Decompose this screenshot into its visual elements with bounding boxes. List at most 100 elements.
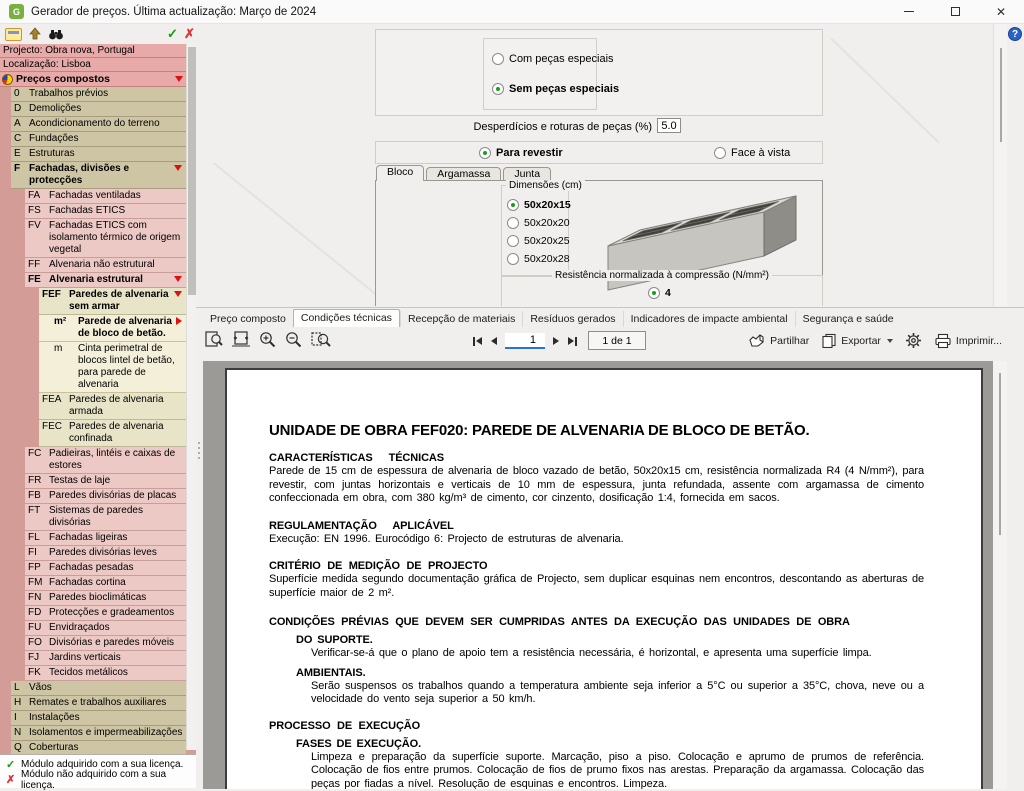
radio-option[interactable]: Sem peças especiais: [492, 82, 619, 95]
tree-item[interactable]: FB Paredes divisórias de placas: [25, 489, 186, 504]
tree-item[interactable]: FP Fachadas pesadas: [25, 561, 186, 576]
tree-item[interactable]: L Vãos: [11, 681, 186, 696]
tree-item[interactable]: 0 Trabalhos prévios: [11, 87, 186, 102]
section-heading: CONDIÇÕES PRÉVIAS QUE DEVEM SER CUMPRIDA…: [269, 616, 850, 628]
waste-input[interactable]: [657, 118, 681, 133]
tree-item[interactable]: FT Sistemas de paredes divisórias: [25, 504, 186, 531]
tree-item[interactable]: C Fundações: [11, 132, 186, 147]
radio-icon: [714, 146, 726, 159]
tree-item[interactable]: FL Fachadas ligeiras: [25, 531, 186, 546]
up-level-button[interactable]: [27, 27, 43, 41]
viewer-tab[interactable]: Resíduos gerados: [522, 311, 622, 327]
radio-icon: [507, 198, 519, 211]
page-number-input[interactable]: [505, 333, 545, 349]
radio-option[interactable]: 50x20x25: [507, 234, 571, 247]
cancel-button[interactable]: ✗: [184, 26, 195, 42]
tree-item[interactable]: FI Paredes divisórias leves: [25, 546, 186, 561]
print-button[interactable]: Imprimir...: [934, 333, 1002, 349]
zoom-out-button[interactable]: [284, 330, 303, 348]
tree-item[interactable]: FD Protecções e gradeamentos: [25, 606, 186, 621]
tree-item[interactable]: I Instalações: [11, 711, 186, 726]
radio-icon: [507, 216, 519, 229]
tree-item[interactable]: FC Padieiras, lintéis e caixas de estore…: [25, 447, 186, 474]
tree-item[interactable]: FN Paredes bioclimáticas: [25, 591, 186, 606]
viewer-tab[interactable]: Preço composto: [203, 311, 293, 327]
viewer-tab[interactable]: Segurança e saúde: [794, 311, 901, 327]
options-scrollbar-thumb[interactable]: [1000, 48, 1002, 142]
tree-item[interactable]: FR Testas de laje: [25, 474, 186, 489]
tree-item[interactable]: FEF Paredes de alvenaria sem armar: [39, 288, 186, 315]
radio-option[interactable]: 50x20x20: [507, 216, 571, 229]
help-button[interactable]: ?: [1008, 27, 1022, 41]
document-scrollbar[interactable]: [993, 361, 1007, 789]
tree-item[interactable]: FE Alvenaria estrutural: [25, 273, 186, 288]
tree-item[interactable]: FU Envidraçados: [25, 621, 186, 636]
tree-item[interactable]: FV Fachadas ETICS com isolamento térmico…: [25, 219, 186, 258]
export-button[interactable]: Exportar: [821, 333, 893, 348]
viewer-tab[interactable]: Condições técnicas: [292, 309, 400, 327]
material-tab[interactable]: Junta: [503, 167, 552, 181]
zoom-region-button[interactable]: [310, 330, 331, 348]
tree-item[interactable]: FEC Paredes de alvenaria confinada: [39, 420, 186, 447]
tree-item[interactable]: D Demolições: [11, 102, 186, 117]
sidebar-scrollbar[interactable]: [186, 44, 196, 750]
tree-item[interactable]: m² Parede de alvenaria de bloco de betão…: [39, 315, 186, 342]
tree-item[interactable]: Q Coberturas: [11, 741, 186, 754]
tree-item[interactable]: FK Tecidos metálicos: [25, 666, 186, 681]
tree-item[interactable]: FO Divisórias e paredes móveis: [25, 636, 186, 651]
radio-option[interactable]: Com peças especiais: [492, 52, 619, 65]
close-button[interactable]: ✕: [978, 0, 1024, 23]
share-label: Partilhar: [770, 334, 810, 347]
document-scrollbar-thumb[interactable]: [999, 373, 1001, 535]
tree-item[interactable]: E Estruturas: [11, 147, 186, 162]
last-page-button[interactable]: [567, 336, 578, 347]
radio-option[interactable]: 50x20x15: [507, 198, 571, 211]
material-tab[interactable]: Bloco: [376, 165, 425, 181]
tree-item-code: C: [14, 133, 22, 144]
search-button[interactable]: [48, 28, 64, 41]
material-tab[interactable]: Argamassa: [426, 167, 502, 181]
tree-root-composite-prices[interactable]: Preços compostos: [0, 72, 186, 87]
tree-item[interactable]: FEA Paredes de alvenaria armada: [39, 393, 186, 420]
radio-option[interactable]: Face à vista: [714, 146, 790, 159]
zoom-in-button[interactable]: [258, 330, 277, 348]
tree-item[interactable]: FJ Jardins verticais: [25, 651, 186, 666]
settings-button[interactable]: [905, 332, 922, 349]
fit-width-button[interactable]: [231, 330, 251, 348]
tree-item[interactable]: H Remates e trabalhos auxiliares: [11, 696, 186, 711]
tree-item[interactable]: A Acondicionamento do terreno: [11, 117, 186, 132]
share-button[interactable]: Partilhar: [748, 333, 809, 348]
cype-logo-icon: [2, 73, 13, 85]
radio-option[interactable]: 50x20x28: [507, 252, 571, 265]
composite-prices-view-button[interactable]: [5, 27, 22, 41]
tree-item-label: Fachadas pesadas: [49, 562, 134, 573]
project-row[interactable]: Projecto: Obra nova, Portugal: [0, 44, 186, 58]
sidebar-scrollbar-thumb[interactable]: [188, 47, 196, 295]
tree-item[interactable]: FM Fachadas cortina: [25, 576, 186, 591]
previous-page-button[interactable]: [490, 336, 498, 346]
next-page-button[interactable]: [552, 336, 560, 346]
options-scrollbar[interactable]: [993, 24, 1007, 306]
tree-item[interactable]: FA Fachadas ventiladas: [25, 189, 186, 204]
radio-option[interactable]: 4: [648, 286, 671, 299]
first-page-button[interactable]: [472, 336, 483, 347]
accept-button[interactable]: ✓: [167, 26, 178, 42]
tree-item[interactable]: FF Alvenaria não estrutural: [25, 258, 186, 273]
section-heading: CRITÉRIO DE MEDIÇÃO DE PROJECTO: [269, 560, 488, 572]
document-canvas[interactable]: UNIDADE DE OBRA FEF020: PAREDE DE ALVENA…: [203, 361, 993, 789]
location-row[interactable]: Localização: Lisboa: [0, 58, 186, 72]
viewer-tab[interactable]: Indicadores de impacte ambiental: [622, 311, 795, 327]
radio-option[interactable]: Para revestir: [479, 146, 563, 159]
maximize-button[interactable]: [932, 0, 978, 23]
zoom-page-button[interactable]: [204, 330, 224, 348]
minimize-button[interactable]: [886, 0, 932, 23]
viewer-tab[interactable]: Recepção de materiais: [399, 311, 522, 327]
expand-arrow-icon: [174, 291, 182, 297]
tree-item[interactable]: N Isolamentos e impermeabilizações: [11, 726, 186, 741]
gear-icon: [905, 333, 921, 348]
tree-item-code: m: [54, 343, 63, 354]
tree-item[interactable]: F Fachadas, divisões e protecções: [11, 162, 186, 189]
tree-item[interactable]: m Cinta perimetral de blocos lintel de b…: [39, 342, 186, 393]
splitter-handle[interactable]: [197, 442, 201, 468]
tree-item[interactable]: FS Fachadas ETICS: [25, 204, 186, 219]
